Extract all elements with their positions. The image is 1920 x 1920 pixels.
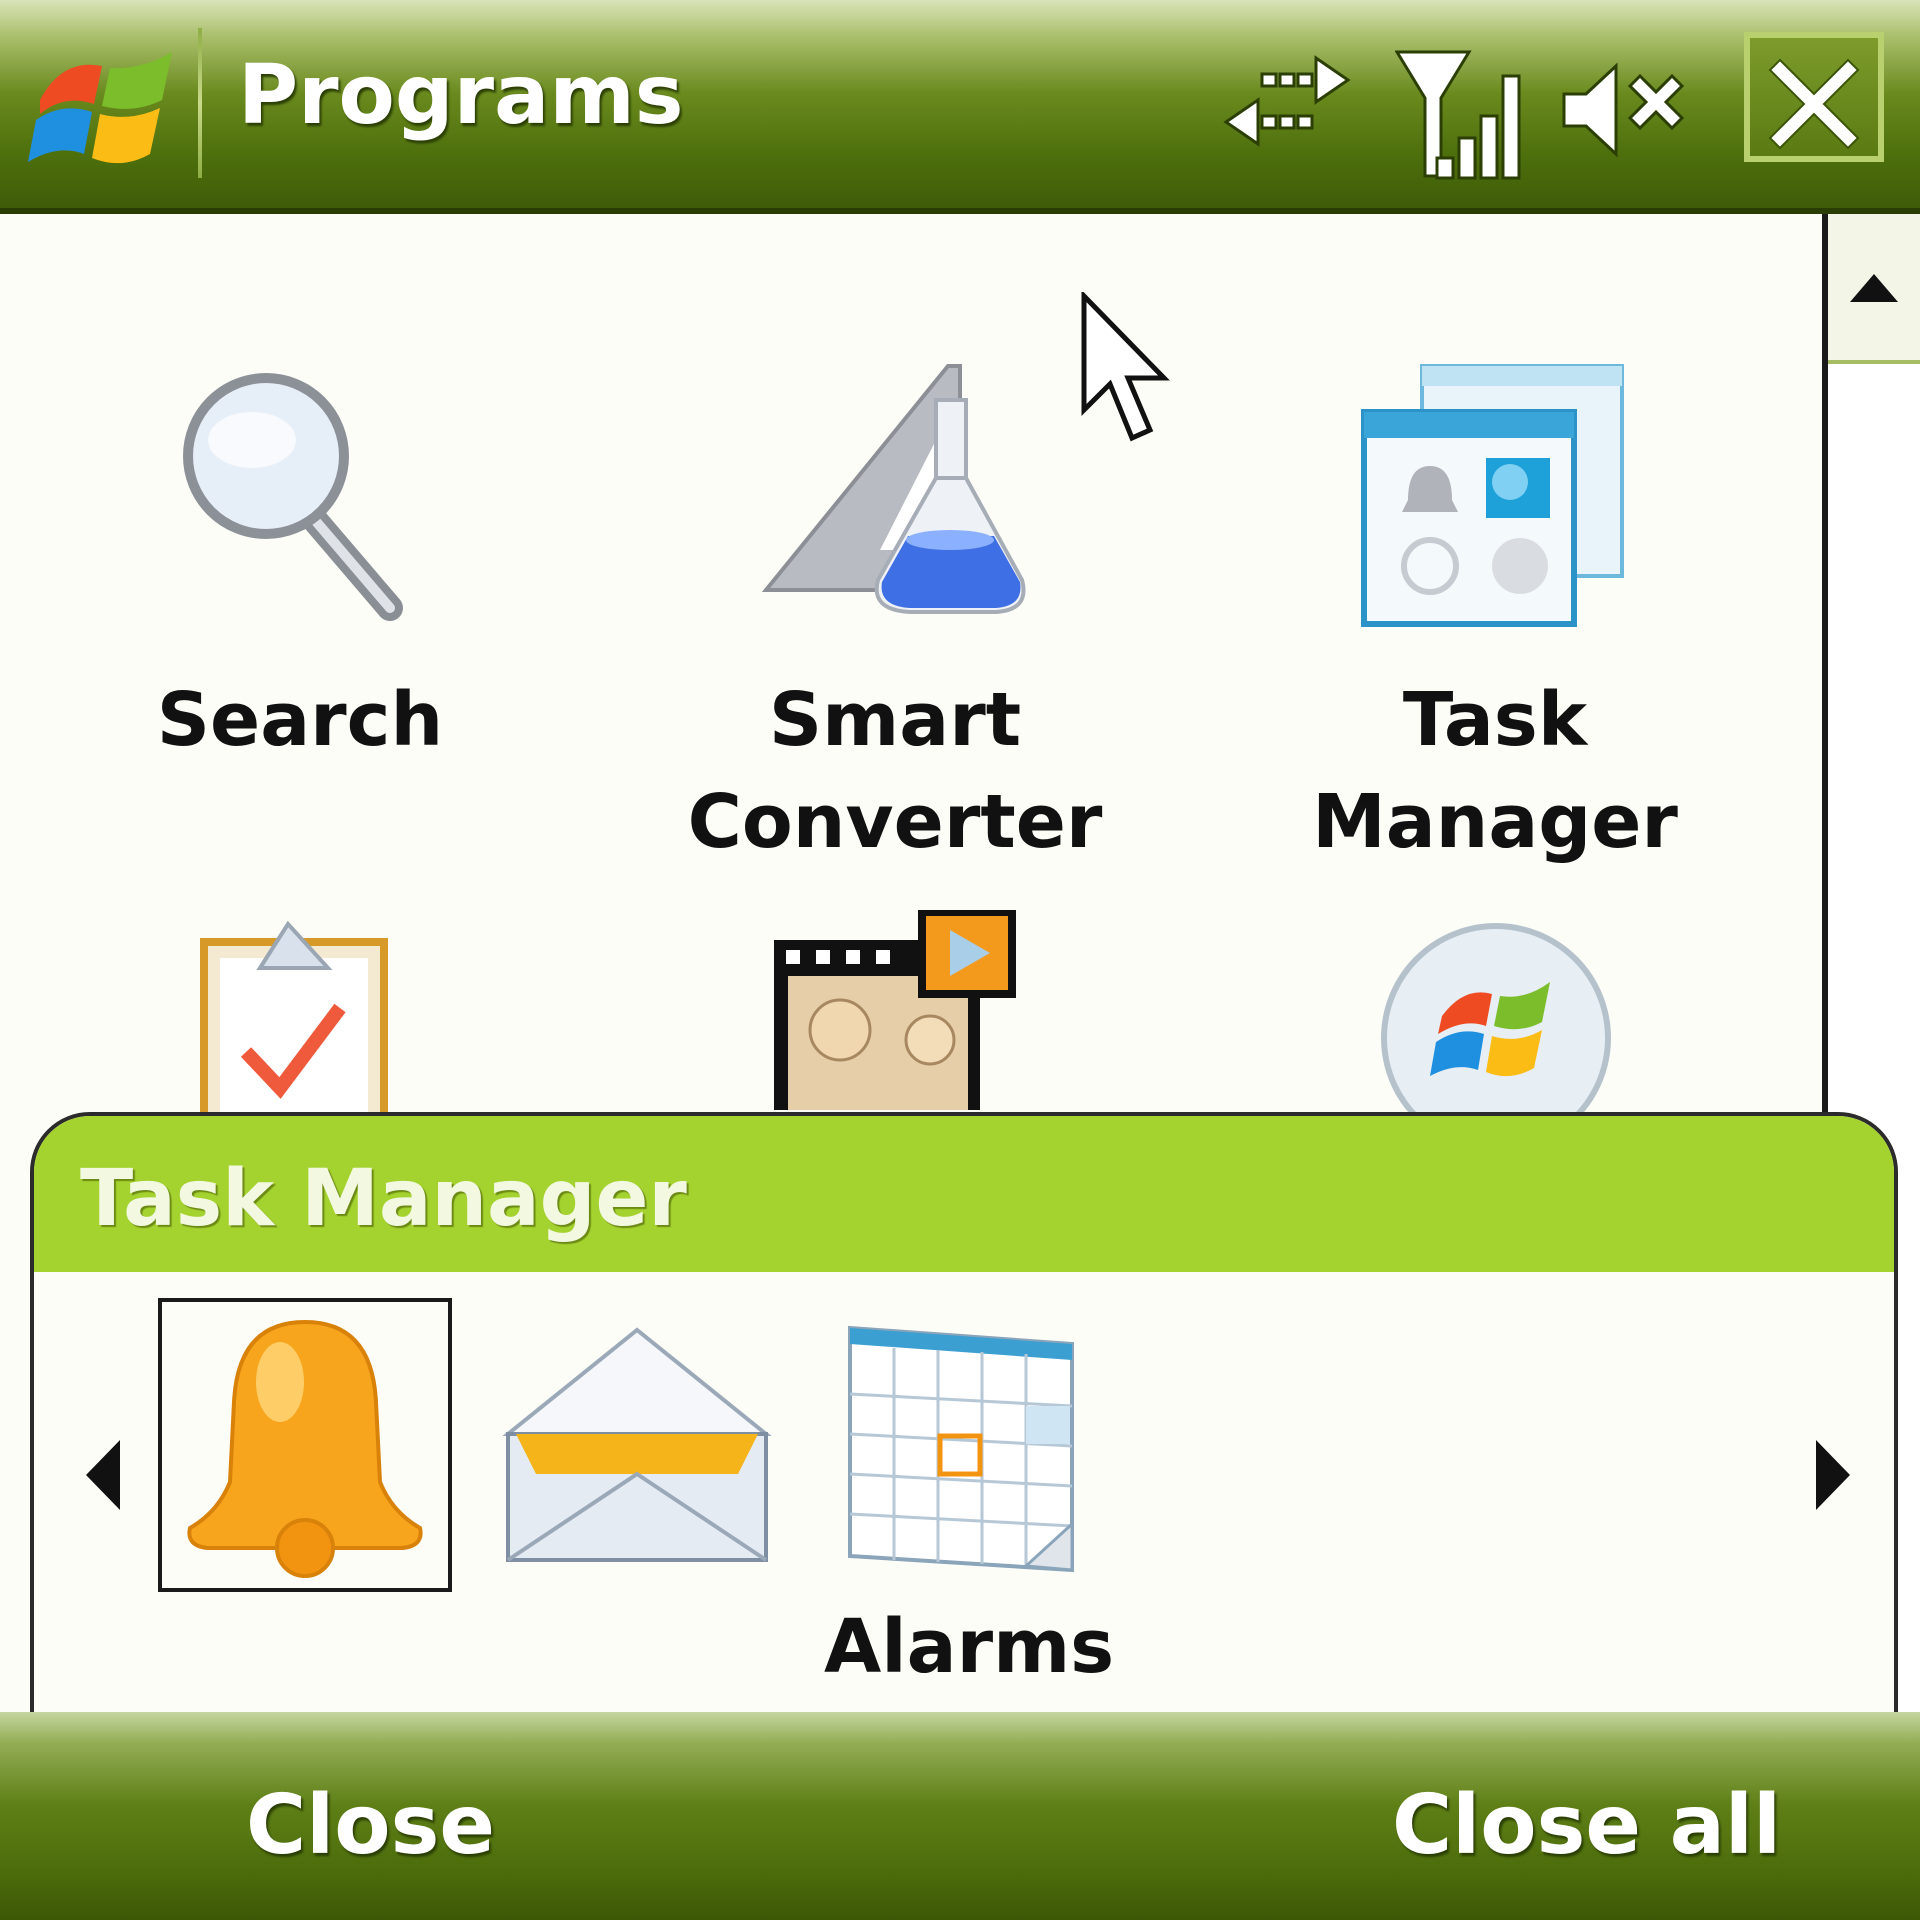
- title-separator: [198, 28, 202, 178]
- task-item-alarms[interactable]: [158, 1298, 452, 1592]
- program-label: Smart: [768, 677, 1022, 763]
- calendar-icon[interactable]: [846, 1324, 1076, 1574]
- scroll-up-button[interactable]: [1828, 214, 1920, 364]
- close-window-button[interactable]: [1744, 32, 1884, 162]
- selected-task-label: Alarms: [824, 1604, 1115, 1690]
- mouse-cursor-icon: [1081, 292, 1170, 442]
- signal-strength-icon[interactable]: [1395, 46, 1530, 186]
- magnifier-icon: [183, 373, 403, 621]
- windows-orb-icon[interactable]: [1378, 920, 1618, 1120]
- softkey-bar: Close Close all: [0, 1712, 1920, 1920]
- speaker-muted-icon[interactable]: [1560, 60, 1690, 160]
- close-icon: [1768, 58, 1860, 150]
- program-label: Search: [156, 677, 444, 763]
- task-manager-header: Task Manager: [34, 1116, 1894, 1272]
- bell-icon: [187, 1319, 423, 1578]
- scroll-left-icon[interactable]: [80, 1430, 130, 1520]
- connectivity-arrows-icon[interactable]: [1222, 50, 1352, 160]
- close-all-softkey[interactable]: Close all: [1392, 1778, 1781, 1873]
- program-label: Converter: [687, 779, 1103, 865]
- windows-start-icon[interactable]: [22, 30, 192, 180]
- task-manager-panel: Task Manager Alarms: [30, 1112, 1898, 1718]
- film-people-icon[interactable]: [770, 910, 1020, 1110]
- chevron-up-icon: [1850, 274, 1898, 302]
- program-label: Manager: [1312, 779, 1678, 865]
- task-manager-title: Task Manager: [80, 1154, 687, 1244]
- flask-ruler-icon: [761, 364, 1026, 614]
- scroll-right-icon[interactable]: [1806, 1430, 1856, 1520]
- page-title: Programs: [238, 48, 684, 143]
- title-bar: Programs: [0, 0, 1920, 214]
- program-label: Task: [1402, 677, 1588, 763]
- close-softkey[interactable]: Close: [246, 1778, 495, 1873]
- envelope-icon[interactable]: [502, 1324, 772, 1564]
- clipboard-check-icon[interactable]: [196, 912, 396, 1112]
- task-manager-windows-icon: [1361, 364, 1624, 627]
